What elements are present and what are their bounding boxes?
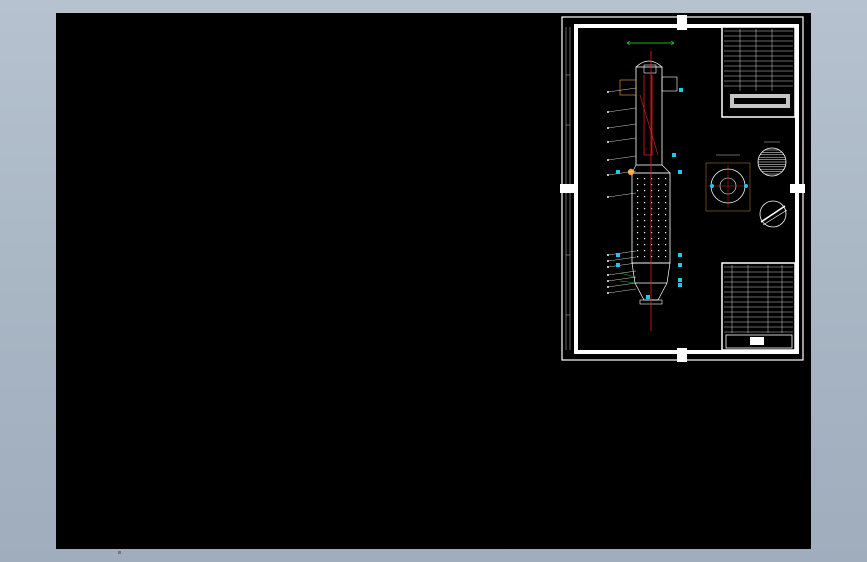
section-view [759, 200, 788, 228]
drawing-sheet [560, 15, 805, 362]
column-elevation [607, 40, 683, 331]
technical-data-table [721, 26, 796, 118]
ucs-origin-marker [118, 551, 121, 554]
top-view [705, 154, 751, 212]
tray-plan-view [757, 141, 787, 177]
parts-list-table [721, 262, 796, 351]
